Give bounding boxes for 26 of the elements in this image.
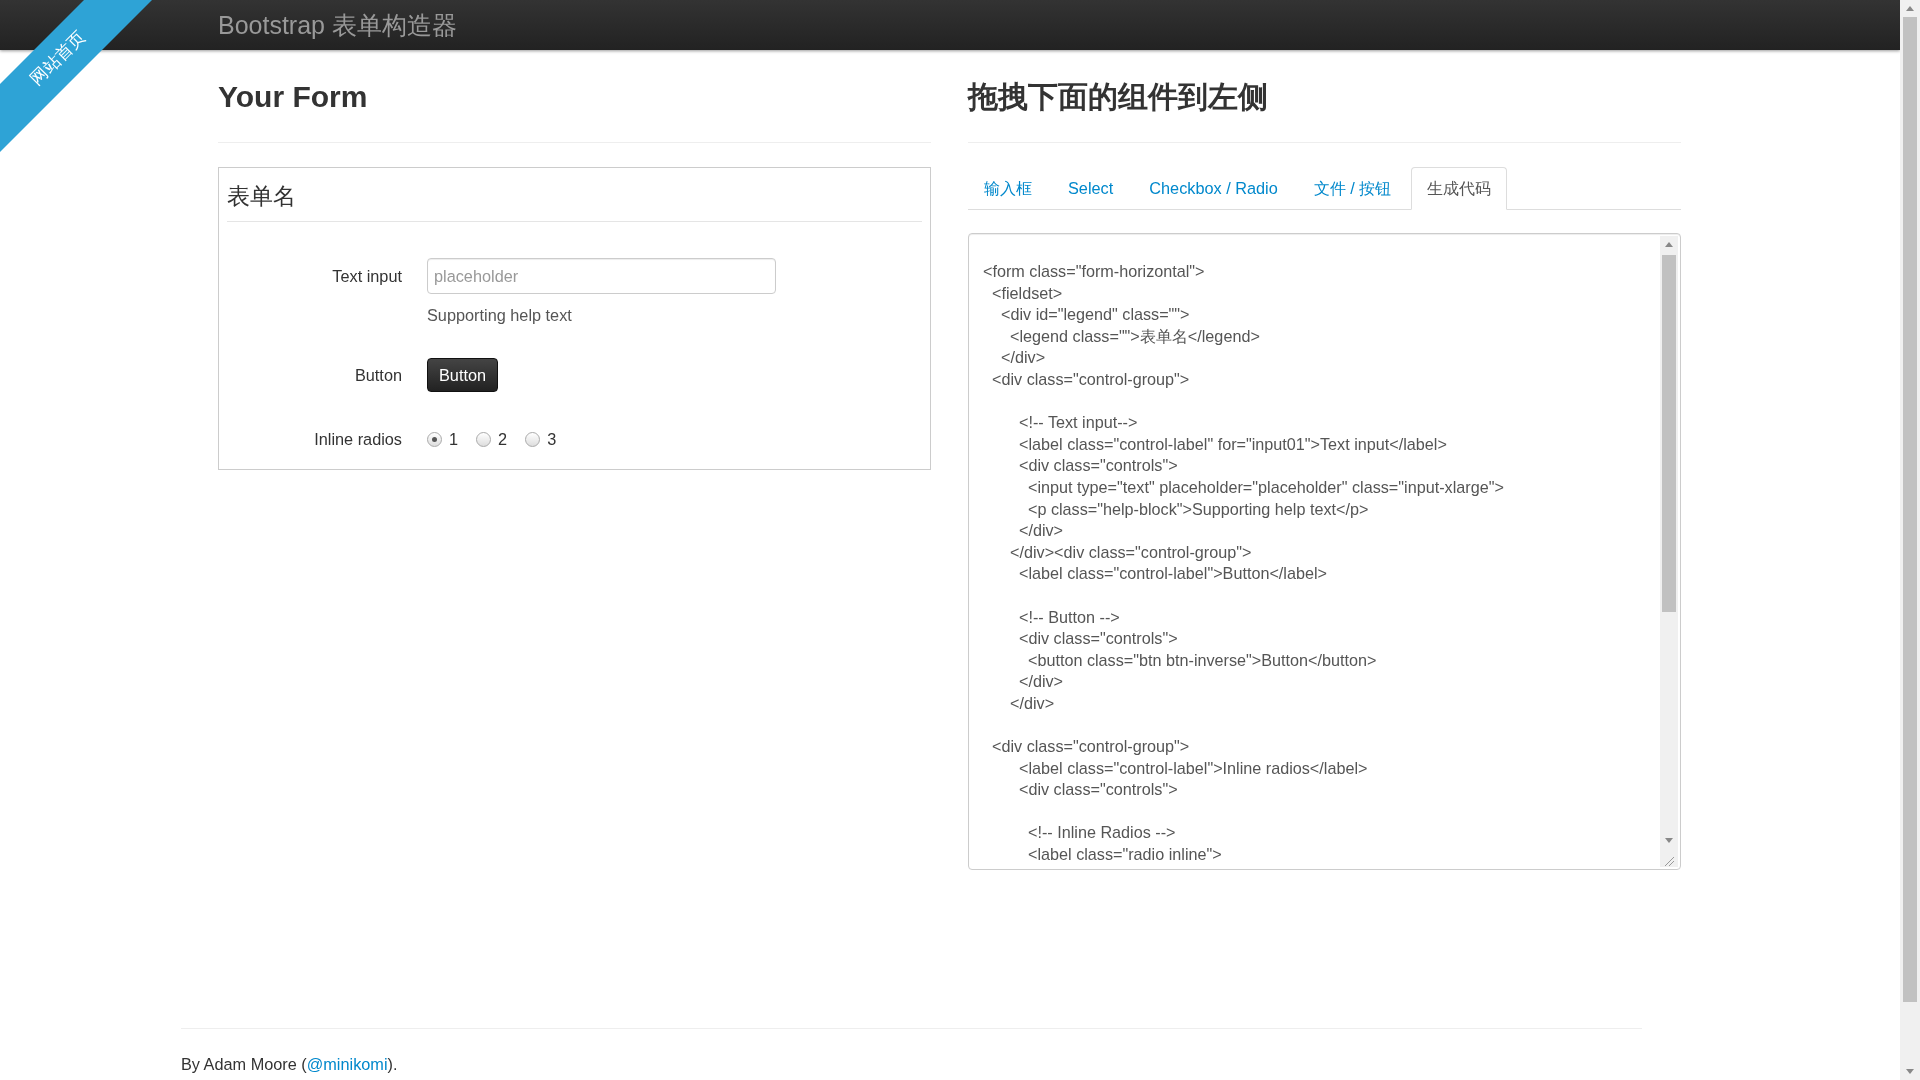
brand-link[interactable]: Bootstrap 表单构造器 [218, 8, 457, 42]
field-label: Button [354, 365, 402, 385]
footer-credit: By Adam Moore (@minikomi). [181, 1055, 398, 1074]
code-scrollbar[interactable] [1660, 236, 1678, 867]
tab[interactable]: 生成代码 [1411, 167, 1508, 210]
page-scrollbar[interactable] [1900, 0, 1920, 1080]
field-label: Text input [332, 266, 402, 286]
radio-label: 3 [547, 429, 557, 449]
radio-button[interactable] [476, 431, 492, 447]
author-link[interactable]: @minikomi [306, 1055, 388, 1073]
form-legend: 表单名 [227, 180, 296, 212]
field-label: Inline radios [314, 429, 402, 449]
radio-button[interactable] [427, 431, 442, 447]
tab[interactable]: Select [1052, 167, 1130, 210]
dark-button[interactable]: Button [427, 358, 499, 392]
radio-label: 1 [449, 429, 459, 449]
help-text: Supporting help text [427, 306, 572, 325]
text-input-field[interactable]: placeholder [427, 258, 776, 294]
components-heading: 拖拽下面的组件到左侧 [968, 78, 1268, 115]
tab[interactable]: Checkbox / Radio [1133, 167, 1294, 210]
generated-code: <form class="form-horizontal"> <fieldset> <div id="legend" class=""> <legend class="">表单名</legend> </div> <div class="control-group"> <!-- Text input--> <label class="control-label" for="input01">Text input</label> <div class="controls"> <input type="text" placeholder="placeholder" class="input-xlarge"> <p class="help-block">Supporting help text</p> </div> </div><div class="control-group"> <label class="control-label">Button</label> <!-- Button --> <div class="controls"> <button class="btn btn-inverse">Button</button> </div> </div> <div class="control-group"> <label class="control-label">Inline radios</label> <div class="controls"> <!-- Inline Radios --> <label class="radio inline"> [982, 261, 1505, 866]
radio-label: 2 [498, 429, 508, 449]
radio-button[interactable] [525, 431, 541, 447]
tab[interactable]: 输入框 [968, 167, 1048, 210]
form-heading: Your Form [218, 79, 368, 115]
tab[interactable]: 文件 / 按钮 [1297, 167, 1408, 210]
